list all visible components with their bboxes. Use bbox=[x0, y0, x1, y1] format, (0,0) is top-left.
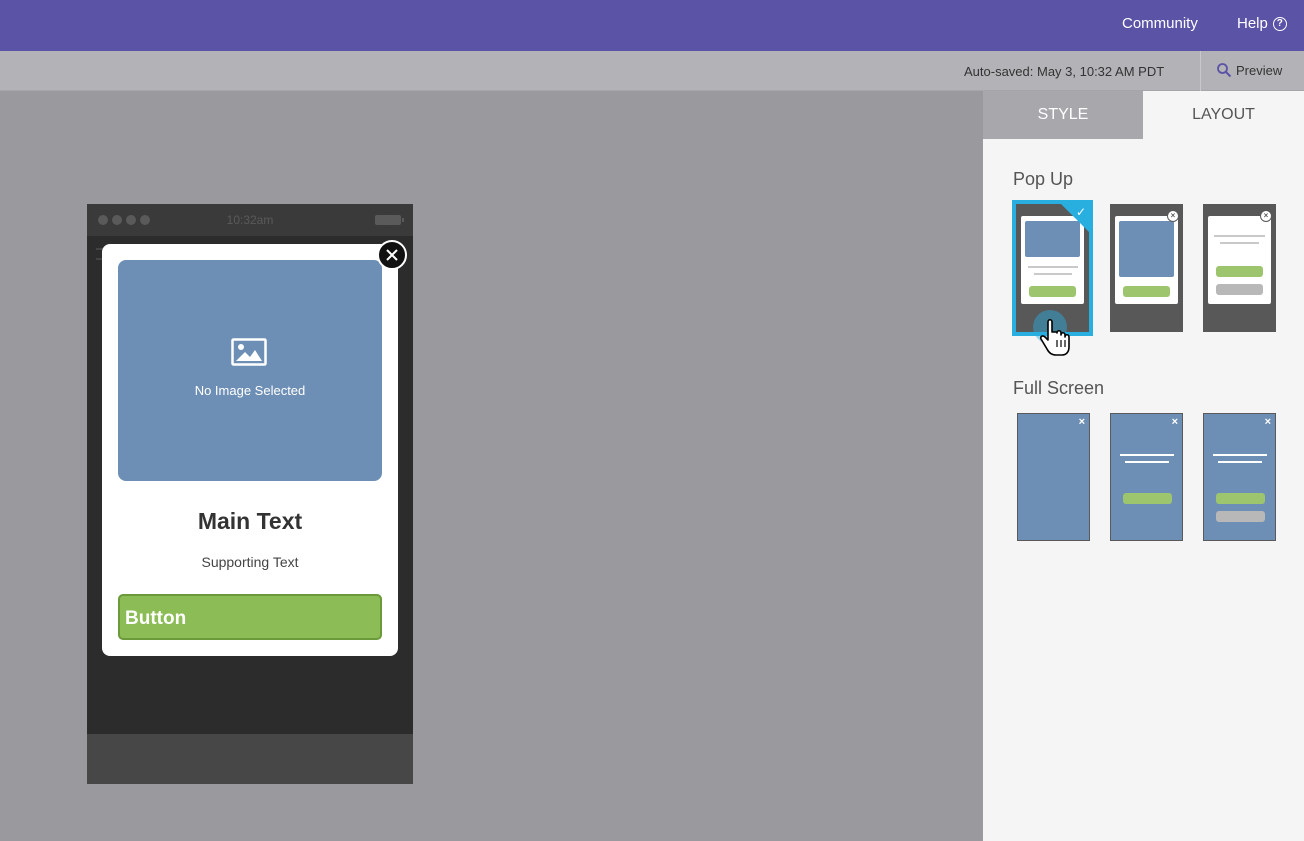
tab-style[interactable]: STYLE bbox=[983, 91, 1143, 139]
phone-bottom-bar bbox=[87, 734, 413, 784]
image-icon bbox=[231, 338, 267, 366]
fullscreen-layout-option-3[interactable]: × bbox=[1203, 413, 1276, 541]
phone-time: 10:32am bbox=[226, 213, 274, 227]
popup-layout-option-3[interactable]: × bbox=[1203, 204, 1276, 332]
autosave-status: Auto-saved: May 3, 10:32 AM PDT bbox=[964, 64, 1165, 79]
popup-section-title: Pop Up bbox=[1013, 169, 1074, 189]
tab-layout[interactable]: LAYOUT bbox=[1143, 91, 1304, 139]
close-icon bbox=[386, 249, 398, 261]
community-link[interactable]: Community bbox=[1122, 15, 1198, 32]
close-icon: × bbox=[1078, 416, 1085, 428]
phone-status-bar: 10:32am bbox=[87, 204, 413, 236]
close-icon: × bbox=[1264, 416, 1271, 428]
fullscreen-layout-option-2[interactable]: × bbox=[1110, 413, 1183, 541]
preview-label: Preview bbox=[1236, 62, 1283, 78]
no-image-text: No Image Selected bbox=[194, 383, 306, 398]
close-circle-icon: × bbox=[1260, 210, 1272, 222]
popup-cta-button[interactable]: Button bbox=[118, 594, 382, 640]
layout-panel: STYLE LAYOUT Pop Up ✓ × × Full Screen × … bbox=[983, 91, 1304, 841]
popup-image-placeholder[interactable]: No Image Selected bbox=[118, 260, 382, 481]
hand-pointer-cursor-icon bbox=[1033, 310, 1070, 356]
popup-layout-option-2[interactable]: × bbox=[1110, 204, 1183, 332]
help-link[interactable]: Help ? bbox=[1237, 15, 1287, 32]
top-navigation-bar: Community Help ? bbox=[0, 0, 1304, 51]
preview-button[interactable]: Preview bbox=[1216, 62, 1282, 78]
supporting-text[interactable]: Supporting Text bbox=[102, 554, 398, 570]
editor-toolbar: Auto-saved: May 3, 10:32 AM PDT Preview bbox=[0, 51, 1304, 91]
fullscreen-layout-option-1[interactable]: × bbox=[1017, 413, 1090, 541]
help-label: Help bbox=[1237, 15, 1268, 32]
popup-close-button[interactable] bbox=[377, 240, 407, 270]
checkmark-icon: ✓ bbox=[1075, 205, 1086, 219]
toolbar-divider bbox=[1200, 51, 1201, 91]
close-circle-icon: × bbox=[1167, 210, 1179, 222]
main-text[interactable]: Main Text bbox=[102, 508, 398, 535]
fullscreen-section-title: Full Screen bbox=[1013, 378, 1105, 398]
magnifier-icon bbox=[1217, 63, 1232, 78]
help-circle-icon: ? bbox=[1272, 16, 1287, 31]
popup-message[interactable]: No Image Selected Main Text Supporting T… bbox=[102, 244, 398, 656]
close-icon: × bbox=[1171, 416, 1178, 428]
battery-icon bbox=[375, 215, 404, 225]
